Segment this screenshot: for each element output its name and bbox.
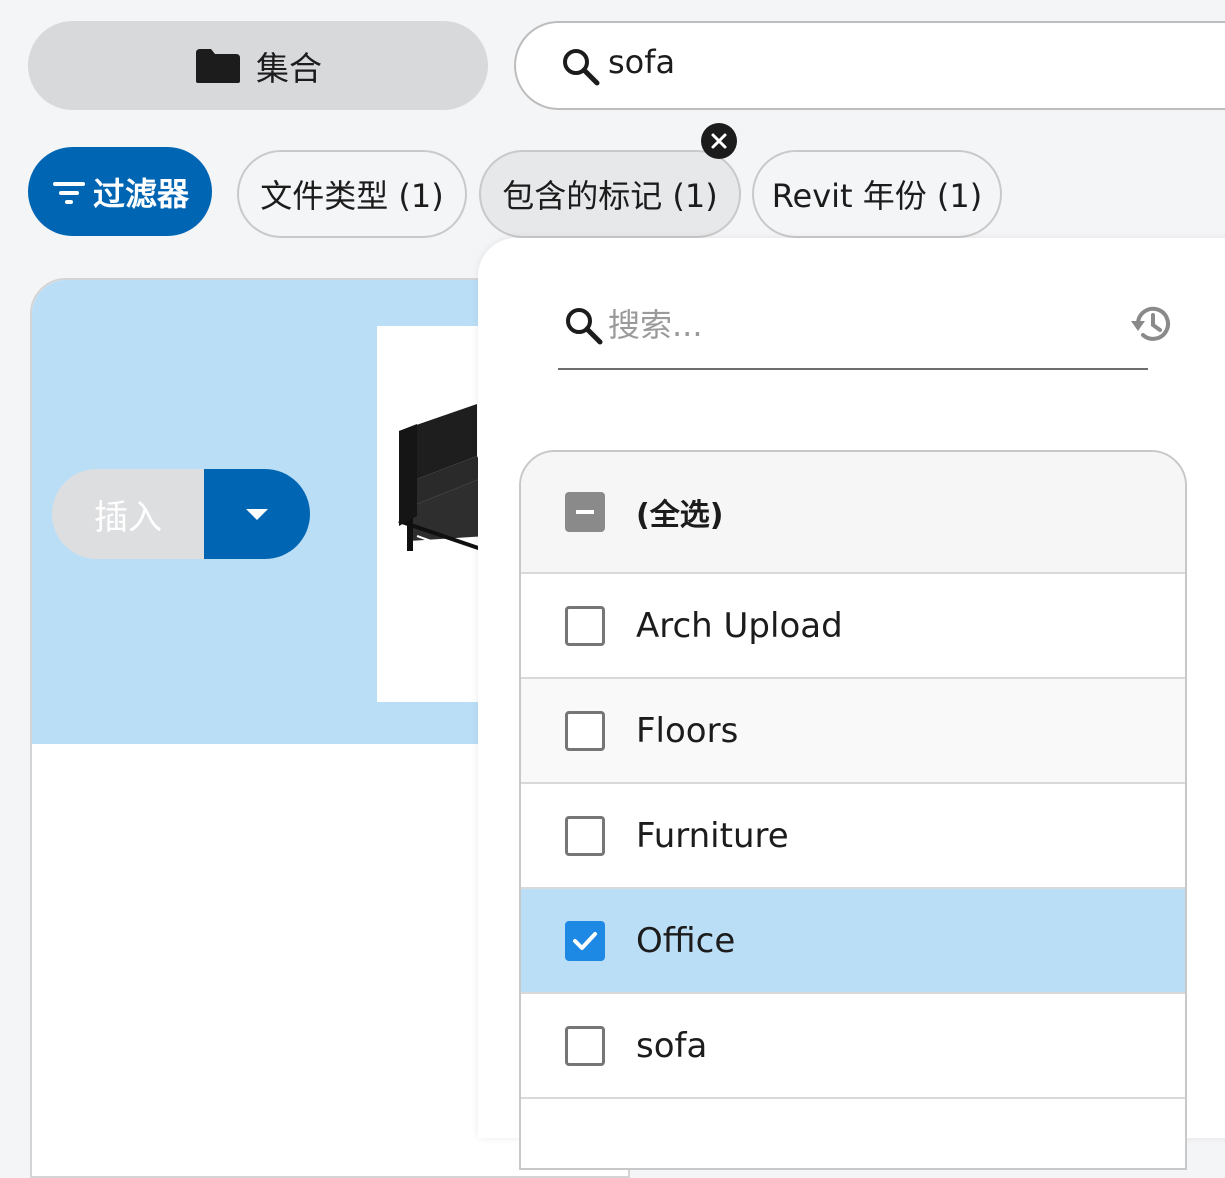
folder-icon [196, 48, 240, 83]
search-input[interactable]: sofa [514, 21, 1225, 110]
checkbox[interactable] [565, 1025, 605, 1066]
checkbox[interactable] [565, 815, 605, 856]
chip-label: Revit 年份 (1) [771, 177, 983, 215]
filters-button[interactable]: 过滤器 [28, 147, 212, 236]
select-all-label: (全选) [636, 498, 724, 533]
checkbox[interactable] [565, 605, 605, 646]
search-icon [563, 49, 600, 86]
dropdown-search-input[interactable] [606, 300, 1110, 350]
checkbox-checked[interactable] [565, 920, 605, 961]
close-icon[interactable] [701, 123, 737, 159]
list-item[interactable]: sofa [521, 994, 1185, 1099]
history-icon[interactable] [1128, 300, 1176, 348]
insert-label: 插入 [94, 497, 162, 538]
search-value: sofa [608, 43, 676, 81]
filters-label: 过滤器 [92, 174, 189, 213]
item-label: Office [636, 920, 736, 961]
select-all-row[interactable]: (全选) [521, 452, 1185, 574]
insert-dropdown-button[interactable] [204, 469, 310, 559]
tags-filter-dropdown: (全选) Arch Upload Floors Furniture Office… [478, 238, 1225, 1170]
collection-button[interactable]: 集合 [28, 21, 488, 110]
chevron-down-icon [246, 508, 268, 520]
list-item[interactable]: Arch Upload [521, 574, 1185, 679]
list-item[interactable]: Office [521, 889, 1185, 994]
insert-button[interactable]: 插入 [52, 469, 204, 559]
list-item[interactable]: Floors [521, 679, 1185, 784]
dropdown-search [558, 288, 1148, 370]
select-all-checkbox[interactable] [565, 492, 605, 532]
item-label: Floors [636, 710, 739, 751]
chip-label: 包含的标记 (1) [502, 177, 718, 215]
chip-label: 文件类型 (1) [260, 177, 444, 215]
collection-label: 集合 [256, 48, 322, 88]
insert-button-group: 插入 [52, 469, 310, 559]
chip-included-tags[interactable]: 包含的标记 (1) [479, 150, 741, 238]
chip-revit-year[interactable]: Revit 年份 (1) [752, 150, 1002, 238]
item-label: sofa [636, 1025, 708, 1066]
item-label: Furniture [636, 815, 789, 856]
filter-icon [52, 181, 85, 204]
item-label: Arch Upload [636, 605, 843, 646]
checkbox[interactable] [565, 710, 605, 751]
search-icon [566, 308, 603, 345]
tags-list: (全选) Arch Upload Floors Furniture Office… [519, 450, 1187, 1170]
check-icon [573, 931, 597, 950]
chip-file-type[interactable]: 文件类型 (1) [237, 150, 467, 238]
list-item[interactable]: Furniture [521, 784, 1185, 889]
